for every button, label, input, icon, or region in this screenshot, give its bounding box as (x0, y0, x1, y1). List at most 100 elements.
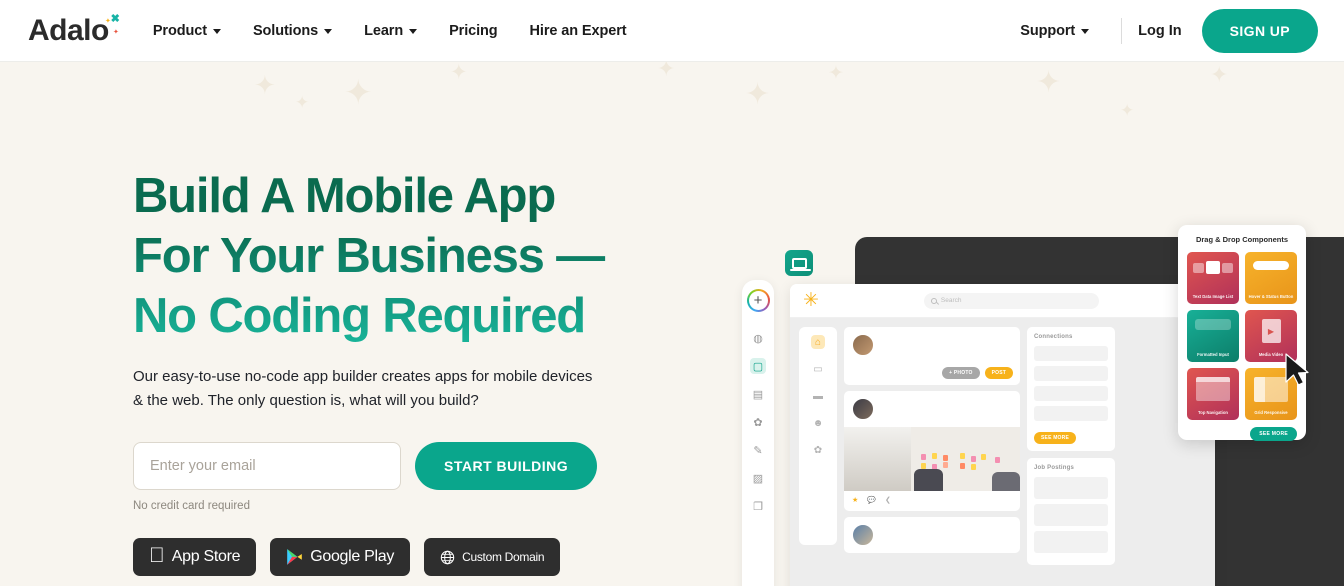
see-more-button[interactable]: SEE MORE (1250, 427, 1297, 441)
search-icon (930, 297, 937, 304)
video-icon: ▶ (1245, 319, 1297, 343)
chevron-down-icon (1081, 29, 1090, 34)
star-icon[interactable]: ★ (852, 496, 858, 504)
add-component-button[interactable]: + (747, 289, 770, 312)
laptop-icon (789, 257, 811, 271)
settings-icon[interactable]: ✿ (750, 414, 766, 430)
post-card (844, 517, 1020, 553)
signup-button[interactable]: SIGN UP (1201, 8, 1318, 53)
chevron-down-icon (212, 29, 221, 34)
skeleton-row (1034, 504, 1108, 526)
post-header (844, 391, 1020, 427)
sparkle-icon: ✦ (1120, 101, 1135, 120)
skeleton-row (1034, 386, 1108, 401)
app-search-field[interactable]: Search (923, 292, 1099, 309)
nav-item-pricing[interactable]: Pricing (433, 23, 513, 39)
card-title: Job Postings (1034, 465, 1075, 471)
app-nav-rail: ⌂ ▭ ▬ ☻ ✿ (799, 327, 837, 545)
app-body: ⌂ ▭ ▬ ☻ ✿ + PHOTO POST ★ 💬 ❮ Connections… (790, 318, 1215, 586)
avatar (852, 334, 874, 356)
component-label: Hover & Status Button (1248, 293, 1294, 299)
fineprint-text: No credit card required (133, 500, 250, 512)
screens-icon[interactable]: ▢ (750, 358, 766, 374)
store-badges:  App Store Google Play (133, 538, 693, 576)
sparkle-icon: ✦ (1210, 62, 1229, 87)
sparkle-icon: ✦ (828, 63, 844, 84)
nav-item-hire-an-expert[interactable]: Hire an Expert (514, 23, 643, 39)
apple-icon:  (149, 545, 165, 566)
component-tile-top-navigation[interactable]: Top Navigation (1187, 368, 1239, 420)
nav-item-label: Pricing (449, 22, 498, 39)
panel-title: Drag & Drop Components (1195, 235, 1289, 244)
nav-item-learn[interactable]: Learn (348, 23, 433, 39)
component-tile-text-data-image-list[interactable]: Text Data Image List (1187, 252, 1239, 304)
google-play-badge[interactable]: Google Play (270, 538, 411, 576)
home-icon[interactable]: ⌂ (811, 335, 825, 349)
database-icon[interactable]: ▤ (750, 386, 766, 402)
sparkle-icon: ✦ (745, 78, 771, 111)
component-label: Formatted Input (1197, 351, 1229, 357)
compose-header (844, 327, 1020, 363)
signup-form: START BUILDING (133, 442, 693, 490)
product-illustration: + ◍ ▢ ▤ ✿ ✎ ▨ ❐ ◉ ✳ Search (700, 124, 1344, 586)
component-tile-formatted-input[interactable]: Formatted Input (1187, 310, 1239, 362)
nav-item-support[interactable]: Support (1004, 23, 1105, 39)
job-postings-card: Job Postings (1027, 458, 1115, 565)
post-photo (844, 427, 1020, 491)
nav-item-label: Support (1020, 22, 1076, 39)
nav-item-label: Learn (364, 22, 404, 39)
skeleton-row (1034, 406, 1108, 421)
panel-footer: SEE MORE (1187, 427, 1297, 441)
nav-item-solutions[interactable]: Solutions (237, 23, 348, 39)
gear-icon[interactable]: ✿ (811, 443, 825, 457)
logo-sparkle-red-icon: ✦ (112, 28, 119, 36)
component-grid: Text Data Image List Hover & Status Butt… (1187, 252, 1297, 420)
component-tile-hover-status-button[interactable]: Hover & Status Button (1245, 252, 1297, 304)
custom-domain-badge[interactable]: Custom Domain (424, 538, 561, 576)
comment-icon[interactable]: 💬 (867, 496, 876, 504)
page-title: Build A Mobile App For Your Business — N… (133, 166, 693, 346)
laptop-badge[interactable] (785, 250, 813, 276)
analytics-icon[interactable]: ▨ (750, 470, 766, 486)
nav-item-label: Hire an Expert (529, 22, 627, 39)
adalo-logo[interactable]: Adalo ✦ ✖ ✦ (28, 13, 120, 47)
app-preview-window: ✳ Search ⌂ ▭ ▬ ☻ ✿ + PHOTO POST ★ 💬 ❮ Co… (790, 284, 1215, 586)
sparkle-icon: ✦ (450, 62, 468, 84)
badge-label: Google Play (294, 548, 394, 565)
see-more-button[interactable]: SEE MORE (1034, 432, 1076, 444)
hero-copy: Build A Mobile App For Your Business — N… (133, 166, 693, 576)
input-icon (1187, 319, 1239, 330)
layers-icon[interactable]: ◍ (750, 330, 766, 346)
nav-item-product[interactable]: Product (137, 23, 237, 39)
post-button[interactable]: POST (984, 367, 1013, 379)
design-icon[interactable]: ✎ (750, 442, 766, 458)
asterisk-icon: ✳ (803, 290, 819, 311)
login-link[interactable]: Log In (1138, 23, 1182, 39)
chat-icon[interactable]: ▭ (811, 362, 825, 376)
component-label: Top Navigation (1198, 409, 1228, 415)
share-icon[interactable]: ❮ (885, 496, 891, 504)
page-root: Adalo ✦ ✖ ✦ Product Solutions Learn Pric… (0, 0, 1344, 586)
component-label: Grid Responsive (1254, 409, 1288, 415)
component-label: Media Video (1258, 351, 1284, 357)
sparkle-icon: ✦ (254, 70, 276, 100)
sparkle-icon: ✦ (344, 74, 373, 112)
logo-text: Adalo (28, 13, 109, 47)
button-icon (1245, 261, 1297, 270)
start-building-button[interactable]: START BUILDING (415, 442, 598, 490)
sparkle-icon: ✦ (657, 62, 676, 81)
badge-label: App Store (156, 548, 241, 565)
app-feed: + PHOTO POST ★ 💬 ❮ (844, 327, 1020, 586)
briefcase-icon[interactable]: ▬ (811, 389, 825, 403)
person-icon[interactable]: ☻ (811, 416, 825, 430)
email-input[interactable] (133, 442, 401, 490)
copy-icon[interactable]: ❐ (750, 498, 766, 514)
nav-item-label: Solutions (252, 22, 319, 39)
connections-card: Connections SEE MORE (1027, 327, 1115, 451)
mouse-pointer-icon (1285, 353, 1309, 386)
add-photo-button[interactable]: + PHOTO (942, 367, 980, 379)
play-triangle-icon (287, 549, 303, 565)
app-topbar: ✳ Search (790, 284, 1215, 318)
app-store-badge[interactable]:  App Store (133, 538, 257, 576)
primary-nav: Product Solutions Learn Pricing Hire an … (137, 23, 643, 39)
